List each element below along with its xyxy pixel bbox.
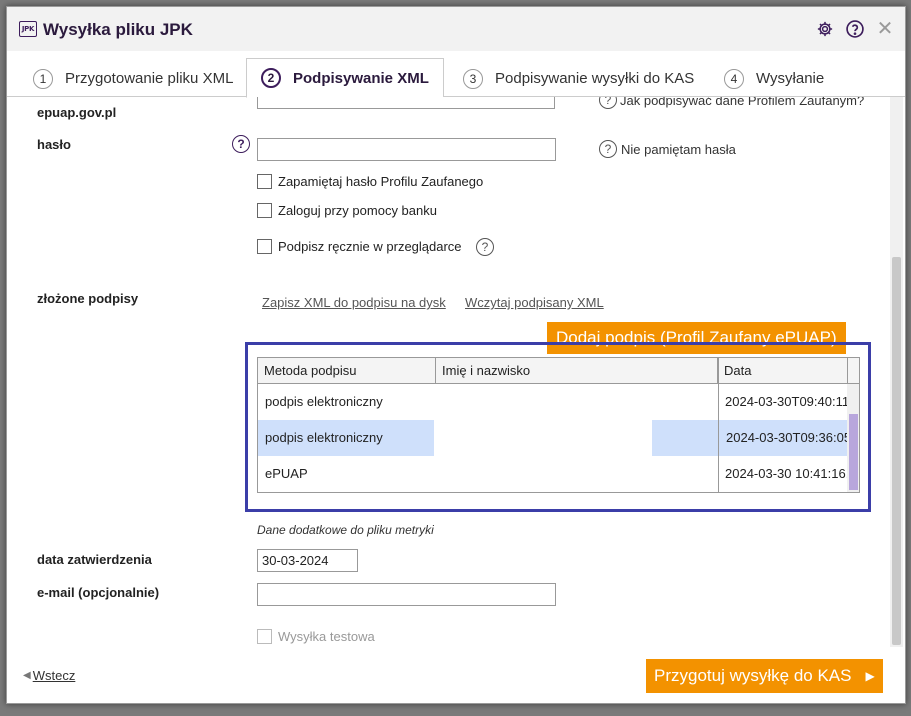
jpk-logo: JPK [19, 21, 37, 37]
signatures-table: Metoda podpisu Imię i nazwisko Data podp… [257, 357, 860, 493]
column-header[interactable]: Metoda podpisu [258, 358, 436, 384]
tab-sending[interactable]: 4 Wysyłanie [724, 59, 824, 98]
bank-login-checkbox[interactable]: Zaloguj przy pomocy banku [257, 203, 437, 218]
table-scrollbar[interactable] [847, 384, 859, 492]
signature-method: podpis elektroniczny [258, 420, 434, 456]
tab-sign-kas[interactable]: 3 Podpisywanie wysyłki do KAS [463, 59, 694, 98]
column-header[interactable]: Imię i nazwisko [436, 358, 718, 384]
question-icon[interactable]: ? [599, 140, 617, 158]
checkbox-label: Podpisz ręcznie w przeglądarce [278, 239, 462, 254]
dialog-title: Wysyłka pliku JPK [43, 20, 193, 39]
save-xml-link[interactable]: Zapisz XML do podpisu na dysk [262, 295, 446, 310]
back-link-label: Wstecz [32, 668, 76, 683]
signature-method: podpis elektroniczny [265, 394, 383, 409]
tab-prepare-xml[interactable]: 1 Przygotowanie pliku XML [33, 59, 233, 98]
tab-label: Podpisywanie wysyłki do KAS [495, 70, 695, 87]
sign-manually-checkbox[interactable]: Podpisz ręcznie w przeglądarce [257, 239, 462, 254]
table-row[interactable]: podpis elektroniczny 2024-03-30T09:40:11 [258, 384, 847, 420]
table-header: Metoda podpisu Imię i nazwisko Data [258, 358, 859, 384]
jpk-dialog: JPK Wysyłka pliku JPK ✕ 1 Przygotowanie … [6, 6, 906, 704]
checkbox-label: Zapamiętaj hasło Profilu Zaufanego [278, 174, 484, 189]
checkbox-label: Wysyłka testowa [278, 629, 375, 644]
epuap-login-input[interactable] [257, 97, 555, 109]
gear-icon[interactable] [815, 19, 835, 39]
table-scroll-thumb[interactable] [849, 414, 858, 490]
password-input[interactable] [257, 138, 556, 161]
tab-number: 3 [463, 68, 483, 89]
epuap-help-link[interactable]: Jak podpisywać dane Profilem Zaufanym? [620, 97, 864, 108]
content-scrollbar[interactable] [890, 97, 903, 647]
signer-name [436, 384, 718, 420]
prepare-kas-button[interactable]: Przygotuj wysyłkę do KAS ▶ [646, 659, 883, 693]
password-label: hasło [37, 137, 71, 152]
tab-label: Wysyłanie [756, 70, 825, 87]
tab-sign-xml[interactable]: 2 Podpisywanie XML [246, 58, 444, 98]
question-icon[interactable]: ? [232, 135, 250, 153]
checkbox-label: Zaloguj przy pomocy banku [278, 203, 437, 218]
back-link[interactable]: ◀ Wstecz [23, 668, 75, 683]
remember-password-checkbox[interactable]: Zapamiętaj hasło Profilu Zaufanego [257, 174, 483, 189]
signature-date: 2024-03-30T09:36:05 [719, 420, 847, 456]
tab-label: Podpisywanie XML [293, 69, 429, 87]
question-icon[interactable]: ? [599, 97, 617, 109]
signature-date: 2024-03-30 10:41:16. [725, 466, 847, 481]
approval-date-label: data zatwierdzenia [37, 552, 152, 567]
tab-number: 2 [261, 68, 281, 88]
load-xml-link[interactable]: Wczytaj podpisany XML [465, 295, 604, 310]
email-label: e-mail (opcjonalnie) [37, 585, 160, 600]
row-selection [652, 420, 718, 456]
checkbox[interactable] [257, 629, 272, 644]
play-arrow-icon: ▶ [865, 669, 875, 683]
approval-date-input[interactable]: 30-03-2024 [257, 549, 358, 572]
epuap-label: epuap.gov.pl [37, 105, 117, 120]
back-arrow-icon: ◀ [23, 670, 31, 681]
checkbox[interactable] [257, 174, 272, 189]
help-icon[interactable] [845, 19, 865, 39]
checkbox[interactable] [257, 203, 272, 218]
signature-date: 2024-03-30T09:40:11 [725, 394, 847, 409]
metadata-note: Dane dodatkowe do pliku metryki [257, 523, 434, 537]
close-icon[interactable]: ✕ [875, 19, 895, 39]
email-input[interactable] [257, 583, 556, 606]
content-scroll-thumb[interactable] [892, 257, 901, 645]
signer-name [436, 420, 652, 456]
prepare-kas-label: Przygotuj wysyłkę do KAS [654, 666, 852, 685]
checkbox[interactable] [257, 239, 272, 254]
title-icons: ✕ [815, 19, 895, 39]
table-row[interactable]: podpis elektroniczny 2024-03-30T09:36:05 [258, 420, 847, 456]
test-send-checkbox[interactable]: Wysyłka testowa [257, 629, 375, 644]
table-row[interactable]: ePUAP 2024-03-30 10:41:16. [258, 456, 847, 492]
form-content: epuap.gov.pl ? Jak podpisywać dane Profi… [7, 97, 890, 645]
forgot-password-link[interactable]: Nie pamiętam hasła [621, 142, 736, 157]
signature-method: ePUAP [265, 466, 308, 481]
question-icon[interactable]: ? [476, 238, 494, 256]
wizard-tabs: 1 Przygotowanie pliku XML 2 Podpisywanie… [7, 51, 905, 98]
column-header[interactable]: Data [718, 358, 848, 384]
signer-name [436, 456, 718, 492]
signatures-label: złożone podpisy [37, 291, 139, 306]
tab-label: Przygotowanie pliku XML [65, 70, 234, 87]
title-bar: JPK Wysyłka pliku JPK ✕ [7, 7, 905, 51]
tab-number: 4 [724, 68, 744, 89]
tab-number: 1 [33, 68, 53, 89]
